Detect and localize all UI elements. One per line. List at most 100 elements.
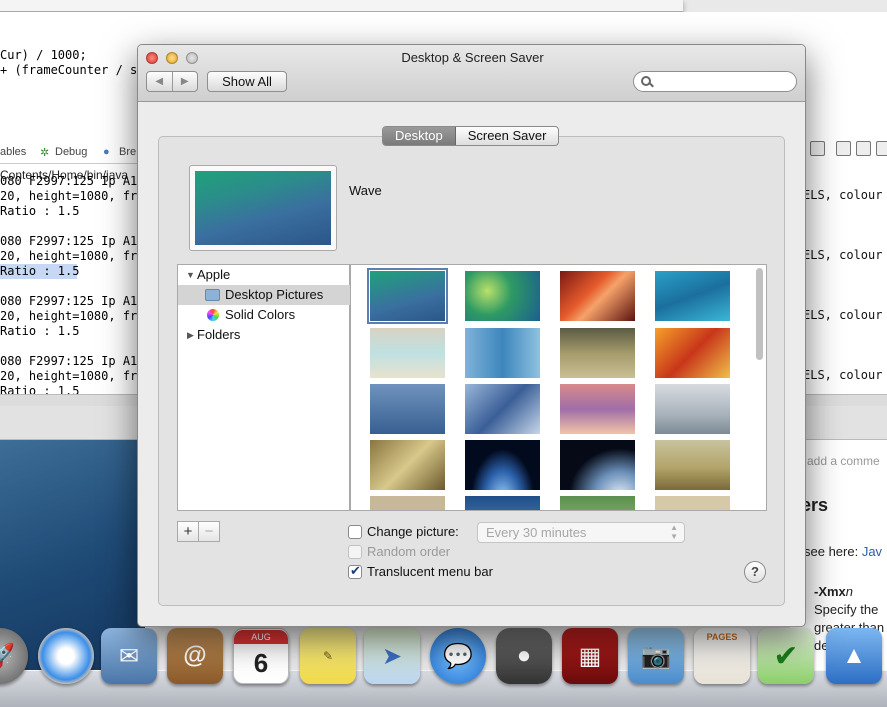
add-remove-control: + − [177,521,220,542]
random-order-checkbox[interactable] [348,545,362,559]
notes-icon[interactable]: ✎ [300,628,356,684]
wallpaper-thumb-wave[interactable] [367,268,448,324]
wallpaper-thumb[interactable] [465,496,540,510]
ide-toolbar-right [806,138,887,160]
console-line: Ratio : 1.5 [0,204,80,218]
wallpaper-thumb[interactable] [655,440,730,490]
web-text: Specify the [814,602,879,617]
contacts-icon[interactable]: @ [167,628,223,684]
translucent-menu-bar-label: Translucent menu bar [367,564,493,579]
show-all-button[interactable]: Show All [207,71,287,92]
back-button[interactable]: ◀ [147,72,173,91]
web-option: -Xmxn [814,584,854,599]
mail-icon[interactable]: ✉ [101,628,157,684]
debug-icon: ✲ [40,147,50,159]
pages-icon[interactable]: PAGES [694,628,750,684]
wave-image [195,171,331,245]
calendar-day: 6 [253,648,269,678]
source-group-folders[interactable]: ▶ Folders [178,325,350,345]
desktop-screen-saver-window: Desktop & Screen Saver ◀ ▶ Show All Desk… [137,44,806,627]
wallpaper-thumb[interactable] [370,496,445,510]
wallpaper-thumb[interactable] [655,271,730,321]
console-line-right: ELS, colour [803,308,883,322]
console-line: 080 F2997:125 Ip A1: [0,294,145,308]
wallpaper-thumb[interactable] [465,440,540,490]
tab-debug[interactable]: Debug [55,146,87,158]
wallpaper-thumb[interactable] [560,271,635,321]
source-item-solid-colors[interactable]: Solid Colors [178,305,350,325]
facetime-icon[interactable]: ● [496,628,552,684]
current-wallpaper-preview [189,165,337,251]
popup-arrows-icon: ▲ ▼ [670,523,678,541]
tab-desktop[interactable]: Desktop [383,127,456,145]
wallpaper-thumb[interactable] [655,328,730,378]
wallpaper-thumb[interactable] [370,440,445,490]
title-bar: Desktop & Screen Saver ◀ ▶ Show All [138,45,805,102]
console-line: 20, height=1080, fra [0,249,145,263]
calendar-icon[interactable]: AUG 6 [233,628,289,684]
change-interval-value: Every 30 minutes [486,525,587,540]
tab-screen-saver[interactable]: Screen Saver [456,127,559,145]
change-interval-popup[interactable]: Every 30 minutes ▲ ▼ [477,522,685,543]
console-line: 20, height=1080, fra [0,189,145,203]
display-icon[interactable] [876,141,887,156]
paste-icon[interactable] [856,141,871,156]
wallpaper-thumb[interactable] [560,496,635,510]
source-item-desktop-pictures[interactable]: Desktop Pictures [178,285,350,305]
wallpaper-grid [350,264,767,511]
wallpaper-grid-scrollbar[interactable] [756,268,763,360]
wallpaper-thumb[interactable] [655,384,730,434]
wallpaper-thumb[interactable] [465,271,540,321]
code-line: + (frameCounter / se [0,63,145,77]
pages-label: PAGES [706,632,738,642]
messages-icon[interactable]: 💬 [430,628,486,684]
console-line: 20, height=1080, fra [0,369,145,383]
console-line-right: ELS, colour [803,188,883,202]
keynote-icon[interactable]: ▲ [826,628,882,684]
photo-booth-icon[interactable]: ▦ [562,628,618,684]
copy-icon[interactable] [836,141,851,156]
wallpaper-thumb[interactable] [465,328,540,378]
add-folder-button[interactable]: + [178,522,199,541]
add-comment-link[interactable]: add a comme [807,454,880,468]
iphoto-icon[interactable]: 📷 [628,628,684,684]
disclosure-closed-icon[interactable]: ▶ [187,325,194,345]
code-line: Cur) / 1000; [0,48,87,62]
color-wheel-icon [207,309,219,321]
java-link[interactable]: Jav [862,544,882,559]
forward-button[interactable]: ▶ [173,72,198,91]
numbers-icon[interactable]: ✔ [758,628,814,684]
safari-icon[interactable] [38,628,94,684]
console-line: Ratio : 1.5 [0,324,80,338]
wallpaper-thumb[interactable] [465,384,540,434]
window-title: Desktop & Screen Saver [401,50,544,65]
console-line: 20, height=1080, fra [0,309,145,323]
web-text: see here: Jav [804,544,883,559]
search-icon-handle [649,82,654,88]
change-picture-checkbox[interactable] [348,525,362,539]
remove-all-icon[interactable] [810,141,825,156]
translucent-menu-bar-checkbox[interactable] [348,563,362,579]
source-item-label: Desktop Pictures [225,287,324,302]
tab-breakpoints[interactable]: Bre [119,146,136,158]
calendar-month: AUG [234,630,288,644]
console-line-right: ELS, colour [803,368,883,382]
search-field[interactable] [633,71,797,92]
wallpaper-thumb[interactable] [560,384,635,434]
maps-icon[interactable]: ➤ [364,628,420,684]
wallpaper-thumb[interactable] [560,328,635,378]
wallpaper-thumb[interactable] [655,496,730,510]
wallpaper-thumb[interactable] [370,328,445,378]
source-item-label: Solid Colors [225,307,296,322]
wallpaper-thumb[interactable] [560,440,635,490]
current-wallpaper-name: Wave [349,183,382,198]
remove-folder-button[interactable]: − [199,522,219,541]
source-group-label: Apple [197,267,231,282]
source-group-apple[interactable]: ▼ Apple [178,265,350,285]
tab-variables[interactable]: ables [0,146,26,158]
back-forward-control: ◀ ▶ [146,71,198,92]
disclosure-open-icon[interactable]: ▼ [186,265,195,285]
help-button[interactable]: ? [744,561,766,583]
wallpaper-thumb[interactable] [370,384,445,434]
console-line: 080 F2997:125 Ip A1: [0,174,145,188]
